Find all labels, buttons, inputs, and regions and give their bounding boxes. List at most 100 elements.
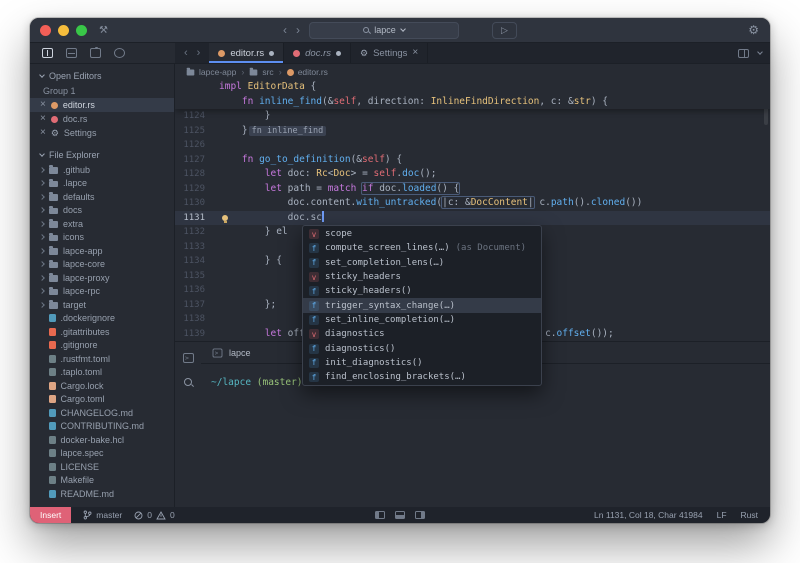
folder-row[interactable]: lapce-core [30,258,174,272]
file-name: .gitignore [60,340,98,351]
source-control-panel-icon[interactable] [66,48,77,58]
branch-indicator[interactable]: master [83,510,122,520]
editor-tab[interactable]: doc.rs [284,43,352,63]
toggle-left-panel-icon[interactable] [375,511,385,519]
terminal-tab[interactable]: lapce [201,342,262,363]
folder-row[interactable]: lapce-rpc [30,285,174,299]
folder-row[interactable]: defaults [30,190,174,204]
tab-back-icon[interactable]: ‹ [184,47,188,59]
folder-row[interactable]: lapce-proxy [30,271,174,285]
open-editor-item[interactable]: × doc.rs [30,112,174,126]
plugin-panel-icon[interactable] [90,46,101,58]
terminal-icon[interactable] [182,353,194,363]
code-line[interactable]: 1131 doc.sc [175,210,770,225]
completion-item[interactable]: f compute_screen_lines(…) (as Document) [303,241,541,255]
completion-item[interactable]: f init_diagnostics() [303,356,541,370]
close-icon[interactable]: × [40,114,46,124]
search-panel-icon[interactable] [184,378,192,386]
folder-row[interactable]: lapce-app [30,244,174,258]
tab-list-chevron-icon[interactable] [757,49,763,55]
file-row[interactable]: .gitattributes [30,325,174,339]
folder-row[interactable]: target [30,298,174,312]
code-line[interactable]: 1124 } [175,109,770,124]
file-explorer-header[interactable]: File Explorer [30,147,174,163]
settings-gear-icon[interactable]: ⚙ [748,23,759,37]
open-editor-item[interactable]: × ⚙ Settings [30,126,174,140]
breadcrumb-item[interactable]: editor.rs [286,67,328,77]
code-line[interactable]: 1130 doc.content.with_untracked(|c: &Doc… [175,196,770,211]
file-row[interactable]: .rustfmt.toml [30,352,174,366]
file-row[interactable]: CHANGELOG.md [30,406,174,420]
minimize-window-button[interactable] [58,24,69,36]
file-row[interactable]: CONTRIBUTING.md [30,420,174,434]
line-number: 1135 [183,270,205,281]
chevron-right-icon [39,261,45,268]
mode-badge[interactable]: Insert [30,507,72,523]
open-editors-header[interactable]: Open Editors [30,68,174,84]
code-line[interactable]: 1126 [175,138,770,153]
folder-row[interactable]: extra [30,217,174,231]
file-row[interactable]: Cargo.toml [30,393,174,407]
folder-name: docs [63,205,83,216]
file-row[interactable]: Makefile [30,474,174,488]
code-line[interactable]: 1128 let doc: Rc<Doc> = self.doc(); [175,167,770,182]
chevron-right-icon [39,274,45,281]
line-ending[interactable]: LF [717,510,727,520]
completion-item[interactable]: v sticky_headers [303,270,541,284]
close-icon[interactable]: × [412,48,418,58]
completion-item[interactable]: f sticky_headers() [303,284,541,298]
file-explorer-panel-icon[interactable] [42,48,53,58]
file-row[interactable]: README.md [30,487,174,501]
zoom-window-button[interactable] [76,24,87,36]
tab-forward-icon[interactable]: › [197,47,201,59]
file-row[interactable]: lapce.spec [30,447,174,461]
toggle-bottom-panel-icon[interactable] [395,511,405,519]
file-row[interactable]: docker-bake.hcl [30,433,174,447]
code-line[interactable]: 1129 let path = match if doc.loaded() { [175,181,770,197]
completion-item[interactable]: v scope [303,227,541,241]
file-row[interactable]: .taplo.toml [30,366,174,380]
completion-item[interactable]: f find_enclosing_brackets(…) [303,370,541,384]
file-row[interactable]: .gitignore [30,339,174,353]
close-window-button[interactable] [40,24,51,36]
file-icon [49,341,56,350]
open-editor-item[interactable]: × editor.rs [30,98,174,112]
toggle-right-panel-icon[interactable] [415,511,425,519]
code-token: impl [219,81,248,92]
nav-back-icon[interactable]: ‹ [283,24,287,36]
command-palette-button[interactable]: lapce [309,21,460,39]
completion-item[interactable]: f set_inline_completion(…) [303,313,541,327]
folder-row[interactable]: icons [30,231,174,245]
code-token: |c: & [442,197,471,208]
folder-row[interactable]: docs [30,204,174,218]
file-row[interactable]: Cargo.lock [30,379,174,393]
code-text: } fn inline_find [219,124,327,139]
debug-panel-icon[interactable] [114,48,125,58]
problems-indicator[interactable]: 0 0 [134,510,175,520]
lapce-window: ⚒ ‹ › lapce ▷ ⚙ ‹ › editor.rs doc.rs ⚙ Set [30,18,770,523]
editor-tab[interactable]: editor.rs [209,43,285,63]
file-row[interactable]: LICENSE [30,460,174,474]
code-line[interactable]: 1125 } fn inline_find [175,124,770,139]
close-icon[interactable]: × [40,100,46,110]
folder-row[interactable]: .lapce [30,177,174,191]
split-editor-icon[interactable] [738,48,749,58]
breadcrumb-item[interactable]: lapce-app [186,67,236,77]
language-mode[interactable]: Rust [741,510,758,520]
cursor-position[interactable]: Ln 1131, Col 18, Char 41984 [594,510,703,520]
file-row[interactable]: .dockerignore [30,312,174,326]
editor-tab[interactable]: ⚙ Settings × [351,43,429,63]
completion-item[interactable]: f set_completion_lens(…) [303,256,541,270]
window-tools-icon[interactable]: ⚒ [99,25,108,36]
rust-file-icon [50,101,58,109]
code-line[interactable]: 1127 fn go_to_definition(&self) { [175,153,770,168]
completion-item[interactable]: f trigger_syntax_change(…) [303,298,541,313]
breadcrumb-item[interactable]: src [249,67,274,77]
completion-item[interactable]: v diagnostics [303,327,541,341]
completion-item[interactable]: f diagnostics() [303,341,541,355]
run-button[interactable]: ▷ [492,21,517,39]
close-icon[interactable]: × [40,128,46,138]
nav-forward-icon[interactable]: › [296,24,300,36]
lightbulb-icon[interactable] [222,214,228,223]
folder-row[interactable]: .github [30,163,174,177]
